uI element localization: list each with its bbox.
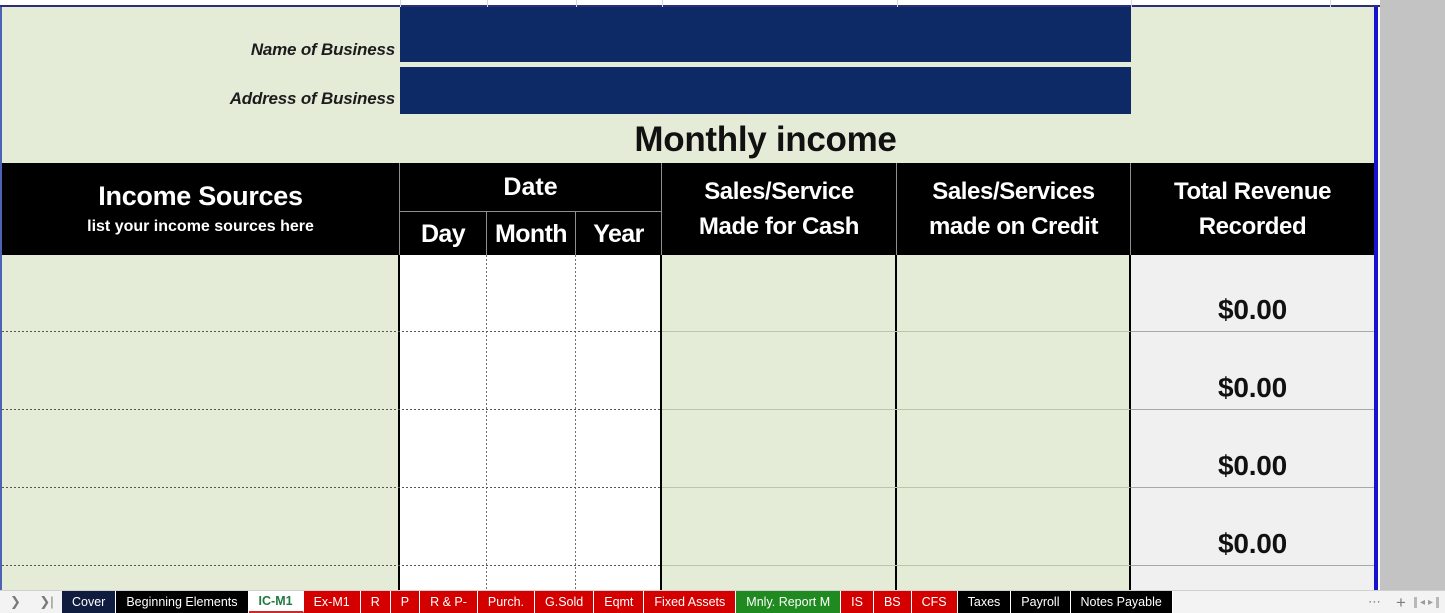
sheet-tab-fixed-assets[interactable]: Fixed Assets [644, 591, 737, 613]
ellipsis-icon[interactable]: ⋯ [1368, 594, 1382, 610]
sheet-tab-notes-payable[interactable]: Notes Payable [1070, 591, 1173, 613]
col-header-sales-cash-line1: Sales/Service [704, 177, 854, 205]
col-header-month: Month [487, 213, 575, 255]
worksheet-canvas[interactable]: Name of Business Address of Business Mon… [0, 0, 1445, 590]
col-header-income-sources-hint: list your income sources here [87, 218, 314, 236]
row-sep-1-total [1131, 331, 1374, 332]
scrollbar-end-left[interactable] [1413, 596, 1417, 608]
chevron-right-icon[interactable]: ❯ [5, 591, 27, 613]
row-sep-2-total [1131, 409, 1374, 410]
name-of-business-label: Name of Business [250, 40, 395, 59]
col-header-income-sources-title: Income Sources [98, 181, 303, 212]
sheet-tab-beginning-elements[interactable]: Beginning Elements [116, 591, 249, 613]
address-of-business-field[interactable] [400, 67, 1131, 114]
row-sep-1-soft [662, 331, 1130, 332]
sheet-nav-buttons[interactable]: ❯ ❯| [0, 591, 62, 613]
sheet-tab-mnly-report-m[interactable]: Mnly. Report M [736, 591, 842, 613]
sheet-tab-bar[interactable]: ❯ ❯| Cover Beginning Elements IC-M1 Ex-M1 R P… [0, 590, 1445, 613]
sheet-tab-cfs[interactable]: CFS [911, 591, 958, 613]
sales-cash-column-body[interactable] [662, 255, 896, 590]
sheet-tab-purch[interactable]: Purch. [477, 591, 536, 613]
total-revenue-cell[interactable]: $0.00 [1131, 290, 1374, 330]
col-header-sales-cash: Sales/Service Made for Cash [662, 163, 896, 255]
body-vline-1 [398, 255, 400, 590]
col-header-date-title: Date [503, 173, 558, 201]
body-vline-3 [895, 255, 897, 590]
col-header-sales-cash-line2: Made for Cash [698, 212, 860, 240]
scrollbar-end-right[interactable] [1436, 596, 1439, 608]
col-header-total-revenue-line1: Total Revenue [1173, 177, 1332, 205]
income-sources-column-body[interactable] [2, 255, 399, 590]
body-vline-day-month [486, 255, 487, 590]
col-header-total-revenue: Total Revenue Recorded [1131, 163, 1374, 255]
horizontal-scrollbar[interactable]: ◂ ▸ [1413, 591, 1445, 613]
selection-border-left [0, 7, 2, 590]
col-header-year-title: Year [593, 219, 644, 248]
sales-credit-column-body[interactable] [897, 255, 1130, 590]
col-header-day-title: Day [420, 219, 466, 248]
sheet-tab-ex-m1[interactable]: Ex-M1 [303, 591, 361, 613]
row-sep-4-total [1131, 565, 1374, 566]
total-revenue-cell[interactable]: $0.00 [1131, 524, 1374, 564]
col-header-total-revenue-line2: Recorded [1198, 212, 1307, 240]
sheet-tab-taxes[interactable]: Taxes [957, 591, 1012, 613]
row-sep-3-total [1131, 487, 1374, 488]
body-vline-month-year [575, 255, 576, 590]
sheet-tab-p[interactable]: P [390, 591, 421, 613]
sheet-tab-r-p[interactable]: R & P- [420, 591, 478, 613]
sheet-tab-eqmt[interactable]: Eqmt [594, 591, 645, 613]
sheet-tab-tools[interactable]: ⋯ + [1354, 591, 1414, 613]
col-header-sales-credit-line1: Sales/Services [932, 177, 1095, 205]
col-header-income-sources: Income Sources list your income sources … [2, 163, 399, 255]
chevron-last-icon[interactable]: ❯| [36, 591, 58, 613]
spreadsheet-window: Name of Business Address of Business Mon… [0, 0, 1445, 613]
sheet-tab-ic-m1[interactable]: IC-M1 [248, 591, 304, 613]
sheet-tab-g-sold[interactable]: G.Sold [535, 591, 595, 613]
name-of-business-field[interactable] [400, 7, 1131, 62]
sheet-tab-cover[interactable]: Cover [62, 591, 117, 613]
scroll-left-icon[interactable]: ◂ [1420, 597, 1425, 608]
row-sep-4-soft [662, 565, 1130, 566]
sheet-tab-is[interactable]: IS [841, 591, 874, 613]
plus-icon[interactable]: + [1396, 594, 1406, 611]
col-header-sales-credit-line2: made on Credit [928, 212, 1099, 240]
col-header-month-title: Month [495, 219, 568, 248]
scrolled-row-sliver [0, 0, 1392, 7]
total-revenue-cell[interactable]: $0.00 [1131, 446, 1374, 486]
col-header-date: Date [400, 164, 661, 211]
row-sep-2-soft [662, 409, 1130, 410]
out-of-range-area [1380, 0, 1445, 590]
sheet-tab-bs[interactable]: BS [873, 591, 912, 613]
body-vline-2 [660, 255, 662, 590]
col-header-day: Day [400, 213, 486, 255]
scroll-right-icon[interactable]: ▸ [1428, 597, 1433, 608]
col-header-sales-credit: Sales/Services made on Credit [897, 163, 1130, 255]
sheet-tab-r[interactable]: R [360, 591, 391, 613]
date-column-body[interactable] [400, 255, 661, 590]
col-header-year: Year [576, 213, 661, 255]
sheet-tabs[interactable]: Cover Beginning Elements IC-M1 Ex-M1 R P R & P… [62, 591, 1354, 613]
page-title: Monthly income [634, 120, 897, 159]
address-of-business-label: Address of Business [229, 89, 396, 108]
sheet-tab-payroll[interactable]: Payroll [1011, 591, 1071, 613]
row-sep-3-soft [662, 487, 1130, 488]
total-revenue-cell[interactable]: $0.00 [1131, 368, 1374, 408]
header-sep-date-under [400, 211, 661, 212]
selection-border-right [1374, 7, 1378, 590]
